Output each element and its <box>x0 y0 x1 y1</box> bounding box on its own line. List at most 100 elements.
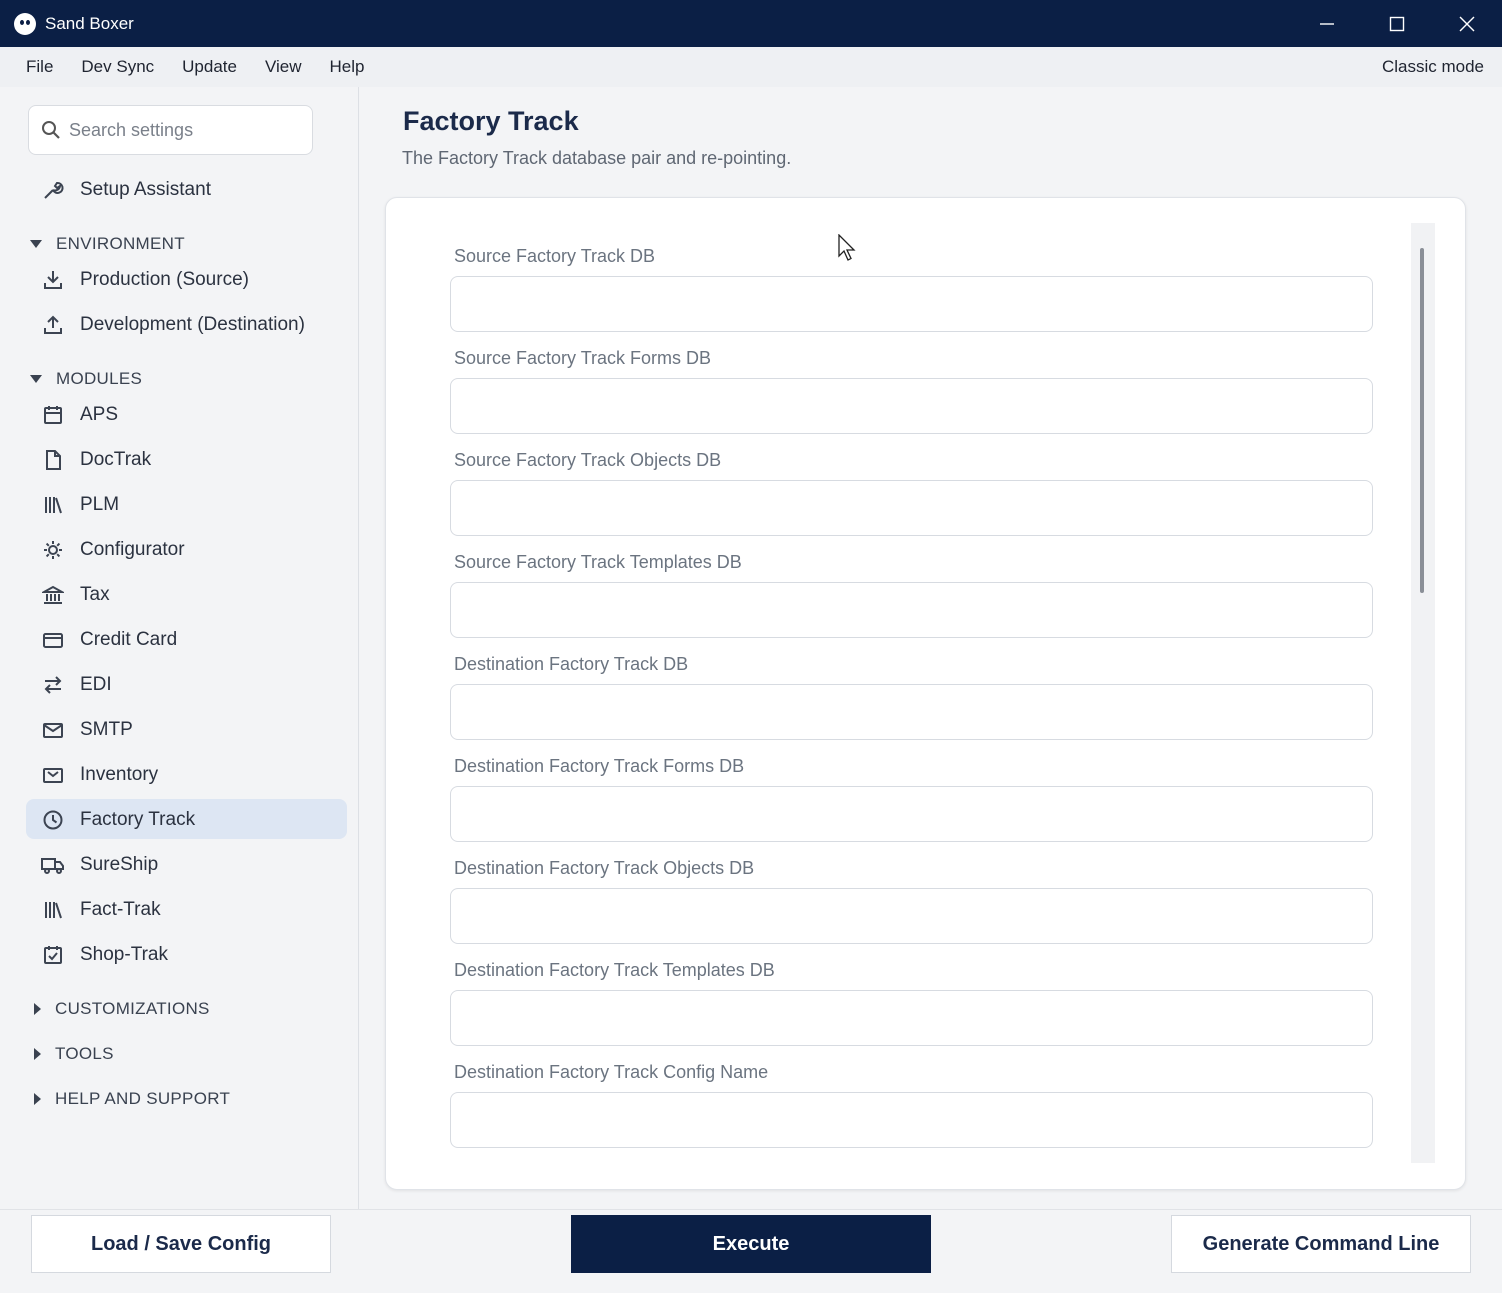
page-subtitle: The Factory Track database pair and re-p… <box>402 148 792 168</box>
sidebar-item-label: Setup Assistant <box>80 179 211 200</box>
destination-factory-track-db-input[interactable] <box>450 684 1373 740</box>
sidebar-item-credit-card[interactable]: Credit Card <box>40 625 177 655</box>
truck-icon <box>40 852 66 878</box>
calendar-check-icon <box>40 942 66 968</box>
source-factory-track-db-input[interactable] <box>450 276 1373 332</box>
sidebar-item-label: Development (Destination) <box>80 314 305 335</box>
library-icon <box>40 492 66 518</box>
destination-factory-track-forms-db-input[interactable] <box>450 786 1373 842</box>
maximize-icon <box>1389 16 1405 31</box>
sidebar-item-label: Production (Source) <box>80 269 249 290</box>
caret-down-icon <box>30 375 42 383</box>
section-label: TOOLS <box>55 1044 114 1063</box>
gear-icon <box>40 537 66 563</box>
sidebar-item-label: APS <box>80 404 119 425</box>
sidebar-item-label: PLM <box>80 494 120 515</box>
search-input[interactable] <box>69 119 299 141</box>
sidebar-item-label: Tax <box>80 584 110 605</box>
sidebar-item-label: EDI <box>80 674 112 695</box>
sidebar-item-label: SMTP <box>80 719 133 740</box>
page-title: Factory Track <box>403 106 579 136</box>
section-label: ENVIRONMENT <box>56 234 185 253</box>
sidebar-item-setup-assistant[interactable]: Setup Assistant <box>40 175 211 205</box>
execute-button[interactable]: Execute <box>571 1215 931 1273</box>
credit-card-icon <box>40 627 66 653</box>
destination-factory-track-config-name-input[interactable] <box>450 1092 1373 1148</box>
upload-icon <box>40 312 66 338</box>
mail-icon <box>40 717 66 743</box>
sidebar-item-label: SureShip <box>80 854 159 875</box>
sidebar-item-label: Shop-Trak <box>80 944 168 965</box>
bank-icon <box>40 582 66 608</box>
sidebar-item-inventory[interactable]: Inventory <box>40 760 158 790</box>
field-label: Destination Factory Track DB <box>454 654 689 674</box>
scrollbar-thumb[interactable] <box>1420 248 1424 593</box>
clock-icon <box>40 807 66 833</box>
sidebar-item-shop-trak[interactable]: Shop-Trak <box>40 940 168 970</box>
field-label: Source Factory Track DB <box>454 246 656 266</box>
maximize-button[interactable] <box>1362 0 1432 47</box>
field-label: Source Factory Track Objects DB <box>454 450 722 470</box>
sidebar-item-fact-trak[interactable]: Fact-Trak <box>40 895 161 925</box>
close-icon <box>1459 16 1475 31</box>
field-label: Source Factory Track Templates DB <box>454 552 742 572</box>
field-label: Destination Factory Track Forms DB <box>454 756 745 776</box>
section-help-and-support[interactable]: HELP AND SUPPORT <box>30 1084 230 1114</box>
menu-file[interactable]: File <box>0 57 67 77</box>
mouse-pointer-icon <box>838 234 856 261</box>
source-factory-track-templates-db-input[interactable] <box>450 582 1373 638</box>
sidebar-item-label: Credit Card <box>80 629 178 650</box>
sidebar-item-edi[interactable]: EDI <box>40 670 112 700</box>
generate-command-line-button[interactable]: Generate Command Line <box>1171 1215 1471 1273</box>
sidebar-item-sureship[interactable]: SureShip <box>40 850 158 880</box>
sidebar-item-label: DocTrak <box>80 449 152 470</box>
sidebar-item-configurator[interactable]: Configurator <box>40 535 185 565</box>
section-tools[interactable]: TOOLS <box>30 1039 114 1069</box>
minimize-button[interactable] <box>1292 0 1362 47</box>
sidebar-item-label: Inventory <box>80 764 159 785</box>
field-label: Source Factory Track Forms DB <box>454 348 712 368</box>
sidebar-item-plm[interactable]: PLM <box>40 490 119 520</box>
wrench-icon <box>40 177 66 203</box>
close-button[interactable] <box>1432 0 1502 47</box>
swap-arrows-icon <box>40 672 66 698</box>
window-title: Sand Boxer <box>45 13 134 33</box>
field-label: Destination Factory Track Config Name <box>454 1062 769 1082</box>
source-factory-track-forms-db-input[interactable] <box>450 378 1373 434</box>
section-label: CUSTOMIZATIONS <box>55 999 210 1018</box>
caret-right-icon <box>34 1093 41 1105</box>
search-box <box>28 105 313 155</box>
app-logo-icon <box>14 12 36 35</box>
title-bar: Sand Boxer <box>0 0 1502 47</box>
source-factory-track-objects-db-input[interactable] <box>450 480 1373 536</box>
classic-mode-toggle[interactable]: Classic mode <box>1382 57 1484 77</box>
section-modules[interactable]: MODULES <box>30 364 142 394</box>
menu-view[interactable]: View <box>251 57 316 77</box>
caret-right-icon <box>34 1003 41 1015</box>
minimize-icon <box>1320 22 1334 25</box>
section-environment[interactable]: ENVIRONMENT <box>30 229 185 259</box>
sidebar-item-tax[interactable]: Tax <box>40 580 110 610</box>
caret-right-icon <box>34 1048 41 1060</box>
sidebar-item-factory-track[interactable]: Factory Track <box>40 805 195 835</box>
destination-factory-track-objects-db-input[interactable] <box>450 888 1373 944</box>
download-icon <box>40 267 66 293</box>
section-customizations[interactable]: CUSTOMIZATIONS <box>30 994 210 1024</box>
calendar-icon <box>40 402 66 428</box>
menu-dev-sync[interactable]: Dev Sync <box>67 57 168 77</box>
menu-update[interactable]: Update <box>168 57 251 77</box>
destination-factory-track-templates-db-input[interactable] <box>450 990 1373 1046</box>
sidebar-item-label: Configurator <box>80 539 185 560</box>
menu-help[interactable]: Help <box>316 57 379 77</box>
sidebar-item-smtp[interactable]: SMTP <box>40 715 133 745</box>
sidebar-item-aps[interactable]: APS <box>40 400 118 430</box>
sidebar-item-doctrak[interactable]: DocTrak <box>40 445 151 475</box>
mail-open-icon <box>40 762 66 788</box>
sidebar-item-development-destination[interactable]: Development (Destination) <box>40 310 305 340</box>
menu-bar: File Dev Sync Update View Help Classic m… <box>0 47 1502 87</box>
load-save-config-button[interactable]: Load / Save Config <box>31 1215 331 1273</box>
sidebar-item-label: Factory Track <box>80 809 196 830</box>
sidebar-item-production-source[interactable]: Production (Source) <box>40 265 249 295</box>
file-icon <box>40 447 66 473</box>
field-label: Destination Factory Track Templates DB <box>454 960 775 980</box>
